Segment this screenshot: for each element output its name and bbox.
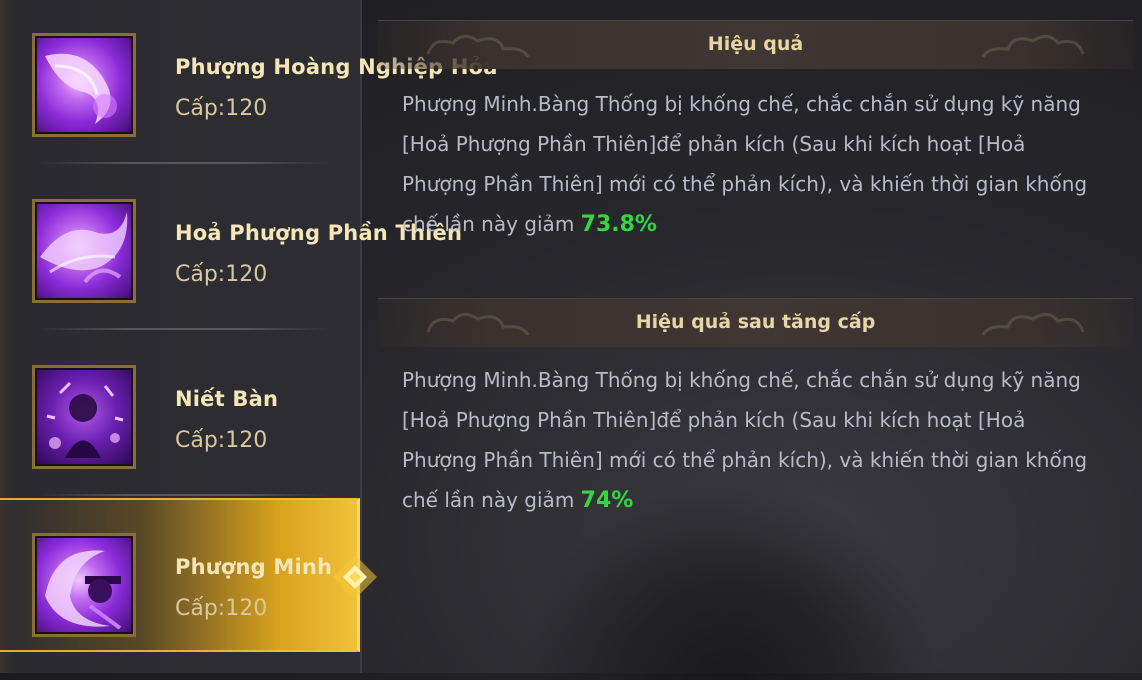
nirvana-icon — [32, 365, 136, 469]
divider — [40, 162, 330, 164]
phoenix-cry-icon — [32, 533, 136, 637]
effect-title: Hiệu quả — [707, 33, 804, 55]
skill-level: Cấp:120 — [175, 596, 268, 621]
upgrade-effect-description: Phượng Minh.Bàng Thống bị khống chế, chắ… — [402, 360, 1092, 521]
skill-level: Cấp:120 — [175, 428, 268, 453]
selected-arrow-icon — [333, 555, 377, 599]
skill-list-panel: Phượng Hoàng Nghiệp Hỏa Cấp:120 Hoả Phượ… — [0, 0, 497, 673]
skill-item-niet-ban[interactable]: Niết Bàn Cấp:120 — [0, 332, 360, 469]
skill-level: Cấp:120 — [175, 96, 268, 121]
skill-name: Niết Bàn — [175, 387, 279, 411]
skill-item-phuong-hoang-nghiep-hoa[interactable]: Phượng Hoàng Nghiệp Hỏa Cấp:120 — [0, 0, 497, 137]
divider — [40, 494, 330, 496]
phoenix-fire-icon — [32, 33, 136, 137]
effect-text: Phượng Minh.Bàng Thống bị khống chế, chắ… — [402, 92, 1088, 236]
upgrade-effect-text: Phượng Minh.Bàng Thống bị khống chế, chắ… — [402, 368, 1088, 512]
divider — [40, 328, 330, 330]
skill-item-hoa-phuong-phan-thien[interactable]: Hoả Phượng Phần Thiên Cấp:120 — [0, 166, 462, 303]
effect-description: Phượng Minh.Bàng Thống bị khống chế, chắ… — [402, 84, 1092, 245]
effect-value: 73.8% — [580, 212, 657, 237]
upgrade-effect-value: 74% — [580, 488, 634, 513]
skill-name: Phượng Minh — [175, 555, 333, 579]
phoenix-wing-icon — [32, 199, 136, 303]
skill-item-phuong-minh-selected[interactable]: Phượng Minh Cấp:120 — [0, 498, 360, 652]
upgrade-effect-title: Hiệu quả sau tăng cấp — [635, 311, 876, 333]
skill-level: Cấp:120 — [175, 262, 268, 287]
upgrade-effect-header: Hiệu quả sau tăng cấp — [378, 298, 1133, 347]
effect-header: Hiệu quả — [378, 20, 1133, 69]
